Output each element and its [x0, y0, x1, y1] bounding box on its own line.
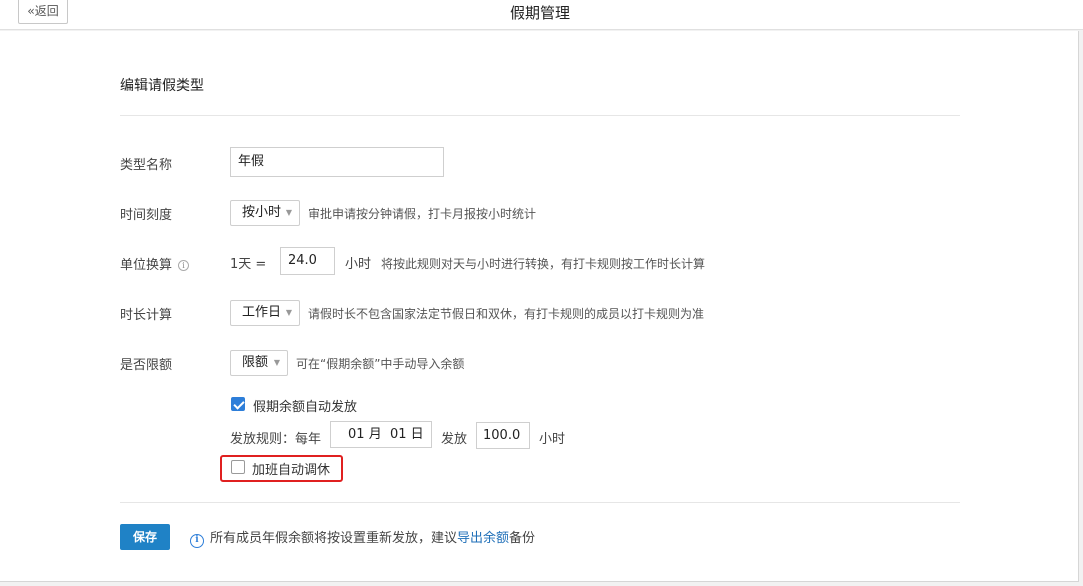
caret-down-icon: ▼ [273, 358, 280, 367]
type-name-label: 类型名称 [120, 158, 173, 173]
footer-divider [120, 502, 960, 503]
duration-calc-value: 工作日 [242, 305, 282, 320]
issue-amount-input[interactable]: 100.0 [476, 422, 530, 449]
notice-text: 所有成员年假余额将按设置重新发放，建议 [210, 531, 458, 546]
duration-calc-hint: 请假时长不包含国家法定节假日和双休，有打卡规则的成员以打卡规则为准 [308, 307, 705, 321]
edit-leave-panel: 编辑请假类型 类型名称 年假 时间刻度 按小时 ▼ 审批申请按分钟请假，打卡月报… [0, 31, 1079, 582]
unit-conversion-prefix: 1天 = [230, 257, 267, 272]
unit-conversion-label: 单位换算 i [120, 254, 190, 273]
notice-suffix: 备份 [509, 531, 536, 546]
limit-select[interactable]: 限额 ▼ [230, 350, 288, 376]
info-icon[interactable]: i [178, 260, 190, 271]
issue-rule-label: 发放规则：每年 [230, 432, 322, 447]
export-balance-link[interactable]: 导出余额 [457, 531, 509, 546]
issue-day: 01 [389, 427, 407, 442]
limit-value: 限额 [242, 355, 269, 370]
issue-month-unit: 月 [368, 427, 382, 442]
overtime-leave-checkbox[interactable] [231, 460, 245, 474]
notice: i 所有成员年假余额将按设置重新发放，建议导出余额备份 [190, 527, 535, 548]
section-title: 编辑请假类型 [120, 78, 204, 94]
page-title: 假期管理 [509, 4, 570, 22]
unit-conversion-unit: 小时 [345, 257, 372, 272]
issue-amount-unit: 小时 [539, 432, 566, 447]
duration-calc-select[interactable]: 工作日 ▼ [230, 300, 300, 326]
unit-conversion-hint: 将按此规则对天与小时进行转换，有打卡规则按工作时长计算 [381, 257, 706, 271]
issue-day-unit: 日 [410, 427, 424, 442]
type-name-input[interactable]: 年假 [230, 147, 444, 177]
auto-issue-label: 假期余额自动发放 [253, 400, 358, 415]
time-scale-label: 时间刻度 [120, 208, 173, 223]
time-scale-select[interactable]: 按小时 ▼ [230, 200, 300, 226]
top-bar: ‹‹ 返回 假期管理 [0, 0, 1083, 30]
issue-label: 发放 [441, 432, 468, 447]
time-scale-value: 按小时 [242, 205, 282, 220]
unit-conversion-label-text: 单位换算 [120, 258, 173, 273]
info-circle-icon: i [190, 534, 204, 548]
limit-label: 是否限额 [120, 358, 173, 373]
auto-issue-checkbox[interactable] [231, 397, 245, 411]
overtime-leave-label: 加班自动调休 [252, 463, 331, 478]
caret-down-icon: ▼ [285, 308, 292, 317]
unit-conversion-input[interactable]: 24.0 [280, 247, 335, 275]
save-button[interactable]: 保存 [120, 524, 170, 550]
issue-month: 01 [348, 427, 365, 442]
issue-date-input[interactable]: 01 月 01 日 [330, 421, 432, 448]
time-scale-hint: 审批申请按分钟请假，打卡月报按小时统计 [308, 207, 537, 221]
caret-down-icon: ▼ [285, 208, 292, 217]
limit-hint: 可在“假期余额”中手动导入余额 [296, 357, 465, 371]
section-divider [120, 115, 960, 116]
duration-calc-label: 时长计算 [120, 308, 173, 323]
